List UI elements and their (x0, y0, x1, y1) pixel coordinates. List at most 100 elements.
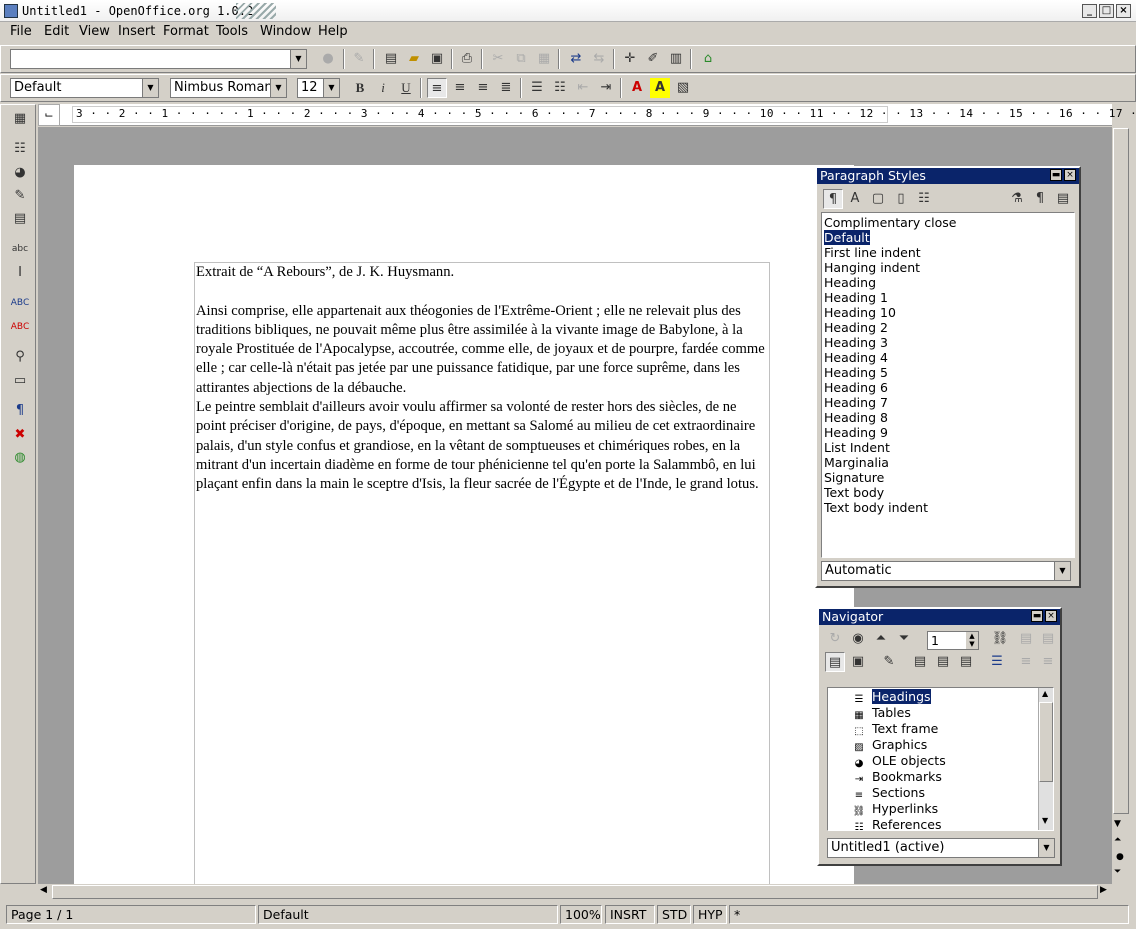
menu-help[interactable]: Help (314, 24, 352, 39)
italic-icon[interactable]: i (373, 78, 393, 98)
status-zoom[interactable]: 100% (560, 905, 602, 924)
style-item[interactable]: Heading 9 (822, 425, 1074, 440)
style-item[interactable]: Heading 8 (822, 410, 1074, 425)
graphics-off-icon[interactable]: ✖ (10, 425, 30, 445)
style-item[interactable]: List Indent (822, 440, 1074, 455)
style-item[interactable]: Heading 3 (822, 335, 1074, 350)
close-button[interactable]: × (1116, 4, 1131, 18)
menu-insert[interactable]: Insert (114, 24, 159, 39)
navigator-item[interactable]: ⬚ Text frame (852, 721, 1053, 737)
auto-spellcheck-icon[interactable]: ABC (10, 317, 30, 337)
navigator-item[interactable]: ≡ Sections (852, 785, 1053, 801)
new-style-icon[interactable]: ¶ (1030, 189, 1050, 209)
style-item[interactable]: Default (822, 230, 1074, 245)
form-functions-icon[interactable]: ▤ (10, 209, 30, 229)
edit-autotext-icon[interactable]: abc (10, 239, 30, 259)
formatting-marks-icon[interactable]: ¶ (10, 401, 30, 421)
status-modified[interactable]: * (729, 905, 1129, 924)
style-item[interactable]: First line indent (822, 245, 1074, 260)
horizontal-scrollbar[interactable]: ◀ ▶ (38, 884, 1112, 900)
anchor-icon[interactable]: ▤ (956, 652, 976, 672)
highlight-icon[interactable]: A (650, 78, 670, 98)
nav-scroll-thumb[interactable] (1039, 702, 1053, 782)
promote-chapter-icon[interactable]: ▤ (1016, 629, 1036, 649)
close-panel-button[interactable]: × (1045, 610, 1057, 622)
menu-format[interactable]: Format (159, 24, 213, 39)
align-left-icon[interactable]: ≡ (427, 78, 447, 98)
vertical-scrollbar[interactable]: ▼ ⏶ ● ⏷ (1112, 127, 1130, 884)
close-panel-button[interactable]: × (1064, 169, 1076, 181)
toggle-icon[interactable]: ↻ (825, 629, 845, 649)
status-page[interactable]: Page 1 / 1 (6, 905, 256, 924)
redo-icon[interactable]: ⇆ (589, 49, 609, 69)
open-icon[interactable]: ▰ (404, 49, 424, 69)
underline-icon[interactable]: U (396, 78, 416, 98)
list-box-icon[interactable]: ▤ (825, 652, 845, 672)
navigator-item[interactable]: ⇥ Bookmarks (852, 769, 1053, 785)
frame-styles-icon[interactable]: ▢ (868, 189, 888, 209)
document-select-combo[interactable]: Untitled1 (active) ▼ (827, 838, 1055, 858)
menu-tools[interactable]: Tools (212, 24, 252, 39)
chevron-down-icon[interactable]: ▼ (270, 79, 286, 97)
new-document-icon[interactable]: ▤ (381, 49, 401, 69)
spellcheck-icon[interactable]: ABC (10, 293, 30, 313)
navigator-icon[interactable]: ✛ (620, 49, 640, 69)
scroll-down-icon[interactable]: ▼ (1114, 819, 1121, 829)
paragraph-style-combo[interactable]: Default ▼ (10, 78, 159, 98)
chevron-down-icon[interactable]: ▼ (290, 50, 306, 68)
menu-file[interactable]: File (6, 24, 36, 39)
style-item[interactable]: Text body indent (822, 500, 1074, 515)
promote-level-icon[interactable]: ≡ (1016, 652, 1036, 672)
style-item[interactable]: Heading 4 (822, 350, 1074, 365)
dock-button[interactable]: ▬ (1031, 610, 1043, 622)
navigator-item[interactable]: ⛓ Hyperlinks (852, 801, 1053, 817)
minimize-button[interactable]: _ (1082, 4, 1097, 18)
style-item[interactable]: Marginalia (822, 455, 1074, 470)
undo-icon[interactable]: ⇄ (566, 49, 586, 69)
print-icon[interactable]: ⎙ (457, 49, 477, 69)
decrease-indent-icon[interactable]: ⇤ (573, 78, 593, 98)
footer-icon[interactable]: ▤ (933, 652, 953, 672)
styles-list[interactable]: Complimentary close Default First line ind… (821, 212, 1075, 558)
style-item[interactable]: Heading (822, 275, 1074, 290)
status-selection-mode[interactable]: STD (657, 905, 691, 924)
cut-icon[interactable]: ✂ (488, 49, 508, 69)
find-replace-icon[interactable]: ⚲ (10, 347, 30, 367)
chevron-down-icon[interactable]: ▼ (142, 79, 158, 97)
style-item[interactable]: Complimentary close (822, 215, 1074, 230)
horizontal-ruler[interactable]: 3 · · 2 · · 1 · · · · · 1 · · · 2 · · · … (60, 104, 1136, 126)
show-draw-functions-icon[interactable]: ✎ (10, 186, 30, 206)
chevron-down-icon[interactable]: ▼ (1038, 839, 1054, 857)
maximize-button[interactable]: □ (1099, 4, 1114, 18)
navigation-icon[interactable]: ◉ (848, 629, 868, 649)
background-color-icon[interactable]: ▧ (673, 78, 693, 98)
scroll-thumb[interactable] (1113, 128, 1129, 814)
status-insert-mode[interactable]: INSRT (605, 905, 655, 924)
stop-loading-icon[interactable]: ● (318, 49, 338, 69)
navigator-item[interactable]: ☰ Headings (852, 689, 1053, 705)
align-center-icon[interactable]: ≡ (450, 78, 470, 98)
content-view-icon[interactable]: ▣ (848, 652, 868, 672)
bullets-icon[interactable]: ☷ (550, 78, 570, 98)
menu-edit[interactable]: Edit (40, 24, 73, 39)
style-item[interactable]: Heading 6 (822, 380, 1074, 395)
text-area[interactable]: Extrait de “A Rebours”, de J. K. Huysman… (194, 262, 770, 884)
drag-mode-icon[interactable]: ⛓ (990, 629, 1010, 649)
style-item[interactable]: Heading 5 (822, 365, 1074, 380)
next-icon[interactable]: ⏷ (894, 629, 914, 649)
fill-format-icon[interactable]: ⚗ (1007, 189, 1027, 209)
bold-icon[interactable]: B (350, 78, 370, 98)
url-combo[interactable]: ▼ (10, 49, 307, 69)
previous-icon[interactable]: ⏶ (871, 629, 891, 649)
copy-icon[interactable]: ⧉ (511, 49, 531, 69)
h-scroll-thumb[interactable] (52, 885, 1098, 899)
numbering-icon[interactable]: ☰ (527, 78, 547, 98)
insert-object-icon[interactable]: ◕ (10, 163, 30, 183)
paragraph-styles-icon[interactable]: ¶ (823, 189, 843, 209)
online-layout-icon[interactable]: ◍ (10, 448, 30, 468)
help-icon[interactable]: ⌂ (698, 49, 718, 69)
chevron-down-icon[interactable]: ▼ (1054, 562, 1070, 580)
font-size-combo[interactable]: 12 ▼ (297, 78, 340, 98)
align-right-icon[interactable]: ≡ (473, 78, 493, 98)
font-color-icon[interactable]: A (627, 78, 647, 98)
